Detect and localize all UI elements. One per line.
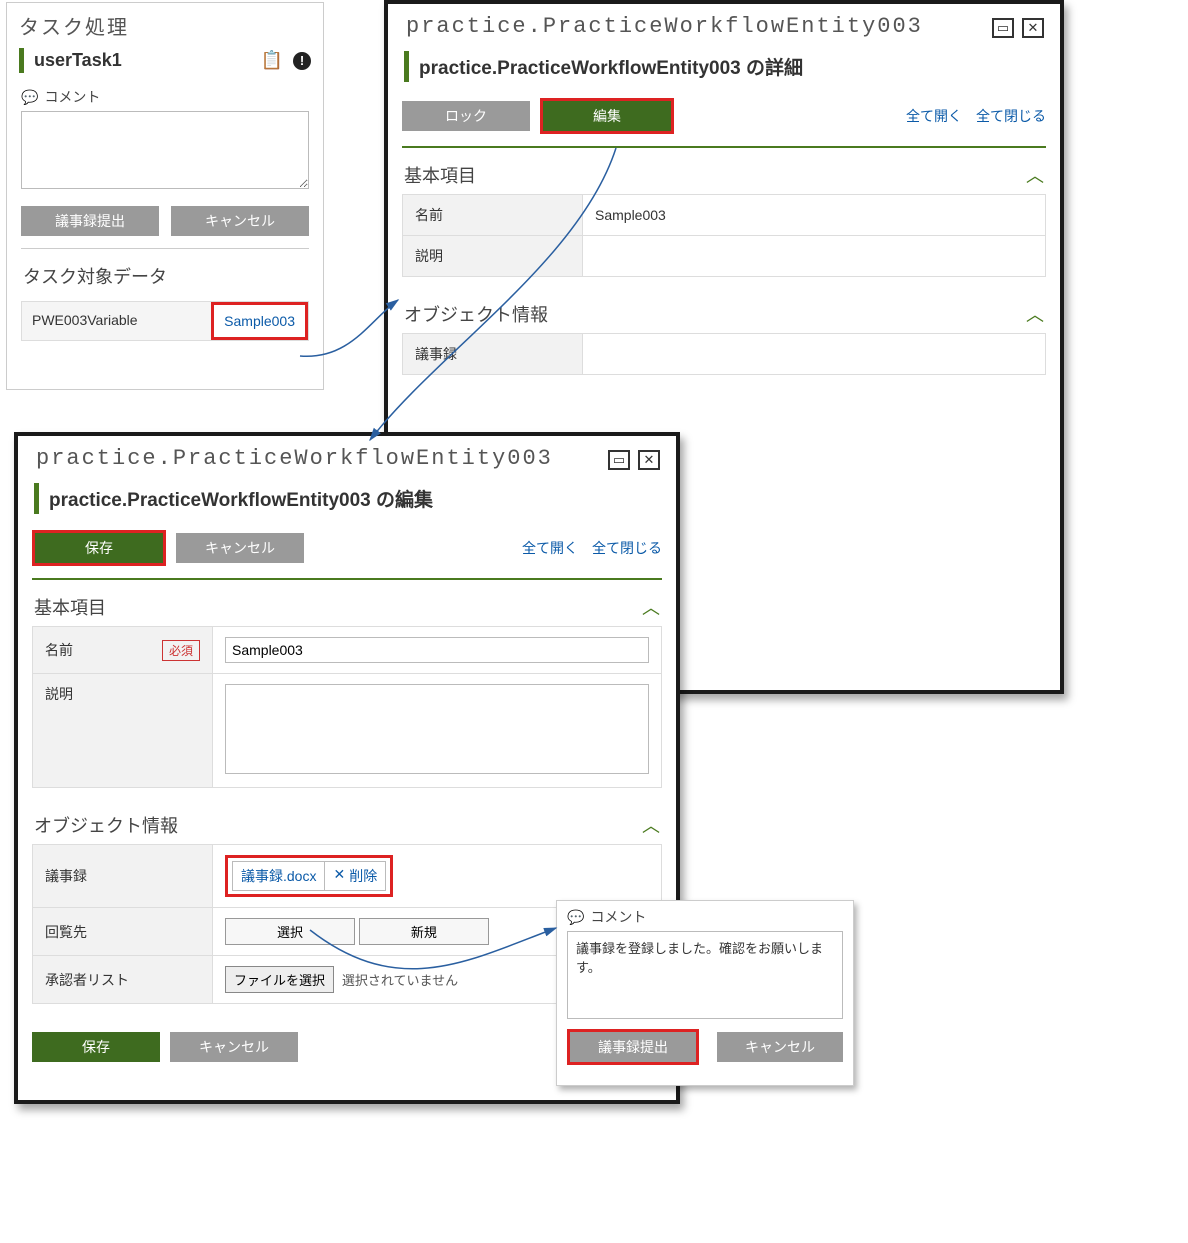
cancel-button[interactable]: キャンセル	[171, 206, 309, 236]
variable-value-link[interactable]: Sample003	[224, 313, 295, 329]
clipboard-icon: 📋	[261, 50, 283, 71]
lock-button[interactable]: ロック	[402, 101, 530, 131]
basic-section-title: 基本項目	[34, 594, 106, 620]
minutes-file-link[interactable]: 議事録.docx	[232, 861, 325, 891]
close-icon[interactable]: ✕	[1022, 18, 1044, 38]
cancel-button[interactable]: キャンセル	[717, 1032, 843, 1062]
detail-header: practice.PracticeWorkflowEntity003	[388, 4, 1060, 45]
expand-all-link[interactable]: 全て開く	[522, 538, 578, 558]
file-select-button[interactable]: ファイルを選択	[225, 966, 334, 993]
variable-value-highlight: Sample003	[211, 302, 308, 340]
select-button[interactable]: 選択	[225, 918, 355, 945]
target-data-title: タスク対象データ	[7, 253, 323, 295]
variable-name: PWE003Variable	[22, 302, 211, 340]
comment-text[interactable]: 議事録を登録しました。確認をお願いします。	[567, 931, 843, 1019]
name-input[interactable]	[225, 637, 649, 663]
file-none-label: 選択されていません	[342, 973, 458, 988]
name-label: 名前	[403, 195, 583, 236]
name-label-cell: 名前 必須	[33, 627, 213, 674]
comment-label: コメント	[590, 907, 646, 927]
comment-popup: 💬 コメント 議事録を登録しました。確認をお願いします。 議事録提出 キャンセル	[556, 900, 854, 1086]
route-label: 回覧先	[33, 908, 213, 956]
task-title: タスク処理	[7, 3, 323, 44]
expand-all-link[interactable]: 全て開く	[906, 106, 962, 126]
delete-label: 削除	[349, 866, 377, 886]
cancel-button[interactable]: キャンセル	[176, 533, 304, 563]
edit-button[interactable]: 編集	[543, 101, 671, 131]
name-label: 名前	[45, 642, 73, 658]
user-task-row: userTask1 📋 !	[19, 48, 311, 73]
comment-icon: 💬	[21, 89, 38, 106]
delete-file-button[interactable]: ✕ 削除	[325, 861, 386, 891]
submit-minutes-button[interactable]: 議事録提出	[570, 1032, 696, 1062]
collapse-all-link[interactable]: 全て閉じる	[976, 106, 1046, 126]
basic-edit-table: 名前 必須 説明	[32, 626, 662, 788]
save-button-bottom[interactable]: 保存	[32, 1032, 160, 1062]
detail-subtitle: practice.PracticeWorkflowEntity003 の詳細	[404, 51, 1044, 82]
minutes-label: 議事録	[403, 334, 583, 375]
object-section-title: オブジェクト情報	[404, 301, 548, 327]
desc-textarea[interactable]	[225, 684, 649, 774]
chevron-up-icon[interactable]: ︿	[1026, 301, 1044, 327]
cancel-button-bottom[interactable]: キャンセル	[170, 1032, 298, 1062]
edit-header: practice.PracticeWorkflowEntity003	[18, 436, 676, 477]
save-button[interactable]: 保存	[35, 533, 163, 563]
chevron-up-icon[interactable]: ︿	[642, 812, 660, 838]
task-panel: タスク処理 userTask1 📋 ! 💬 コメント 議事録提出 キャンセル タ…	[6, 2, 324, 390]
required-badge: 必須	[162, 640, 200, 661]
close-icon[interactable]: ✕	[638, 450, 660, 470]
chevron-up-icon[interactable]: ︿	[642, 594, 660, 620]
edit-subtitle: practice.PracticeWorkflowEntity003 の編集	[34, 483, 660, 514]
object-section-title: オブジェクト情報	[34, 812, 178, 838]
basic-section-title: 基本項目	[404, 162, 476, 188]
comment-header: 💬 コメント	[7, 81, 323, 109]
comment-icon: 💬	[567, 909, 584, 926]
submit-minutes-button[interactable]: 議事録提出	[21, 206, 159, 236]
comment-textarea[interactable]	[21, 111, 309, 189]
approver-label: 承認者リスト	[33, 956, 213, 1004]
collapse-all-link[interactable]: 全て閉じる	[592, 538, 662, 558]
user-task-label: userTask1	[34, 50, 122, 71]
name-value: Sample003	[583, 195, 1046, 236]
desc-label: 説明	[33, 674, 213, 788]
object-table: 議事録	[402, 333, 1046, 375]
info-icon: !	[293, 52, 311, 70]
comment-label: コメント	[44, 87, 100, 107]
new-button[interactable]: 新規	[359, 918, 489, 945]
desc-value	[583, 236, 1046, 277]
maximize-icon[interactable]: ▭	[608, 450, 630, 470]
x-icon: ✕	[333, 866, 345, 886]
minutes-label: 議事録	[33, 845, 213, 908]
maximize-icon[interactable]: ▭	[992, 18, 1014, 38]
chevron-up-icon[interactable]: ︿	[1026, 162, 1044, 188]
basic-table: 名前 Sample003 説明	[402, 194, 1046, 277]
minutes-value	[583, 334, 1046, 375]
desc-label: 説明	[403, 236, 583, 277]
